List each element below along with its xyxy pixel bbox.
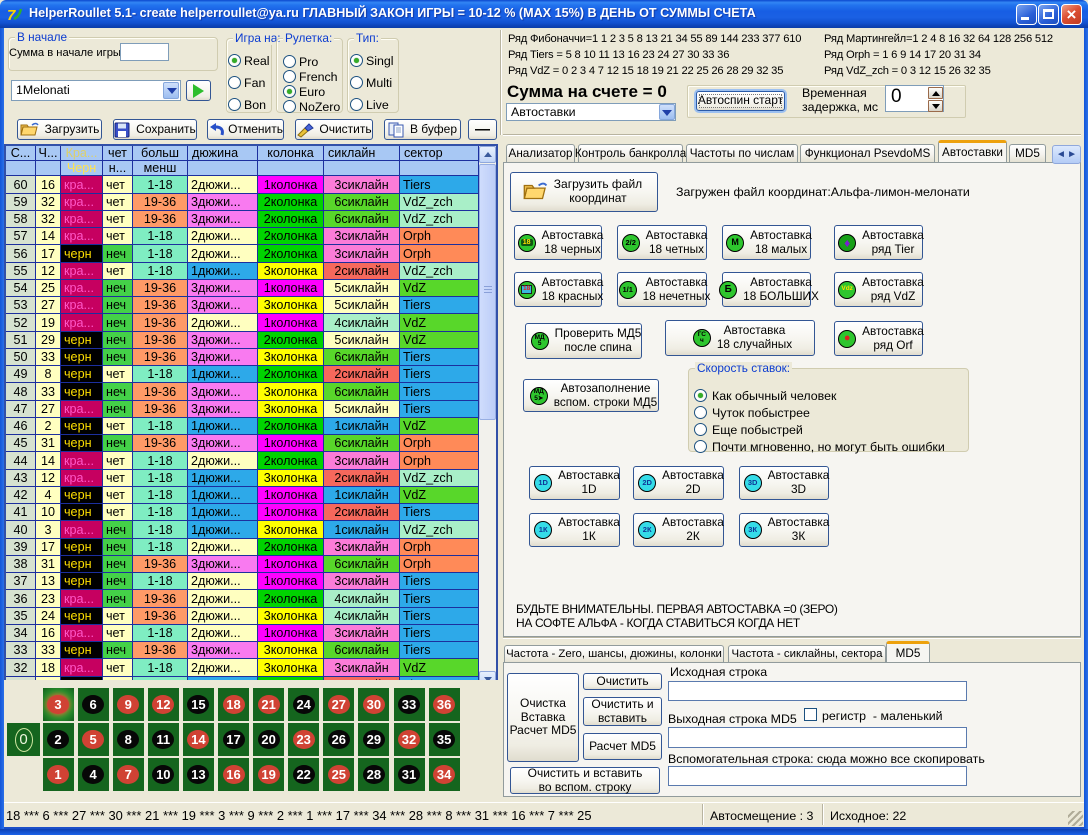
svg-text:7: 7 [7, 7, 16, 24]
